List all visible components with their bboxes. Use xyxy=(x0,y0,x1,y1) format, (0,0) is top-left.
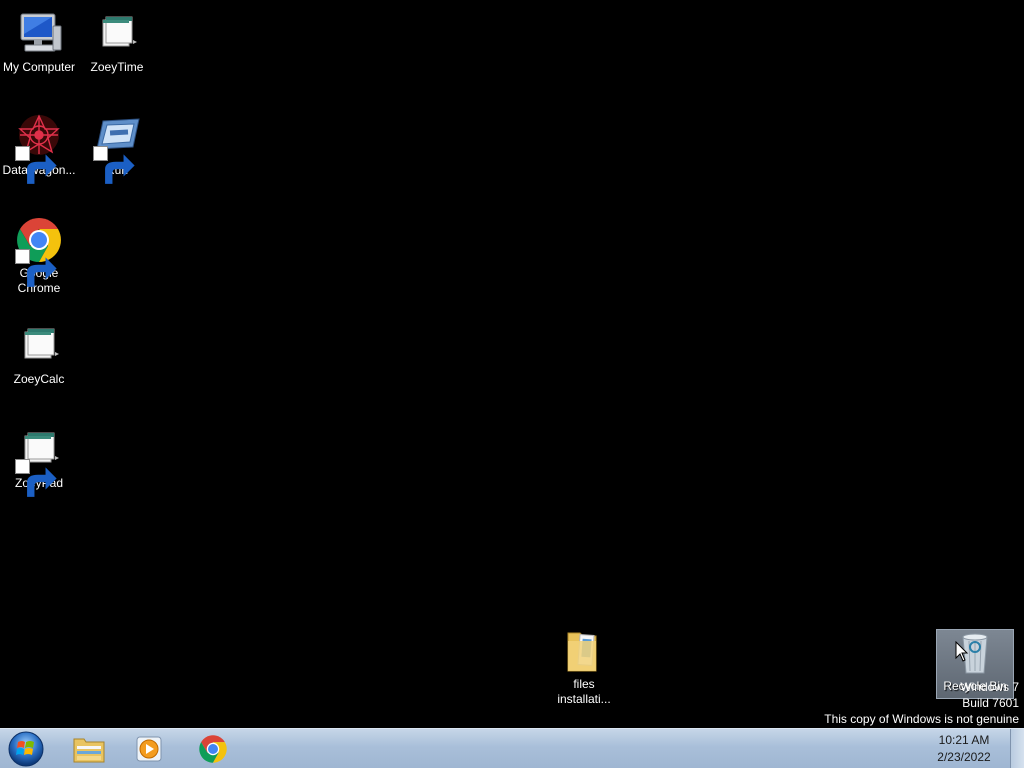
taskbar-media-player-button[interactable] xyxy=(122,731,176,767)
shortcut-arrow-icon xyxy=(15,249,57,287)
system-clock[interactable]: 10:21 AM 2/23/2022 xyxy=(924,732,1004,766)
folder-icon xyxy=(73,738,105,763)
start-button[interactable] xyxy=(6,730,46,768)
run-icon xyxy=(93,113,141,184)
watermark-line-1: Windows 7 xyxy=(960,680,1019,694)
desktop-icon-datawagon[interactable]: DataWagon... xyxy=(0,113,78,184)
folder-icon xyxy=(560,627,608,675)
shortcut-arrow-icon xyxy=(93,146,135,184)
desktop-icon-label: ZoeyCalc xyxy=(13,372,65,386)
windows-orb-icon xyxy=(8,731,44,767)
desktop-icon-zoeytime[interactable]: ZoeyTime xyxy=(78,10,156,75)
show-desktop-button[interactable] xyxy=(1010,729,1024,768)
chrome-icon xyxy=(15,216,63,287)
app-window-icon xyxy=(93,10,141,58)
taskbar-chrome-button[interactable] xyxy=(186,731,240,767)
desktop-icon-zoeycalc[interactable]: ZoeyCalc xyxy=(0,322,78,387)
desktop-icon-my-computer[interactable]: My Computer xyxy=(0,10,78,75)
desktop-icon-zoeypad[interactable]: ZoeyPad xyxy=(0,426,78,497)
clock-time: 10:21 AM xyxy=(938,733,990,747)
desktop[interactable]: My Computer ZoeyTime DataWagon... Run Go… xyxy=(0,0,1024,728)
taskbar-explorer-button[interactable] xyxy=(62,731,116,767)
computer-icon xyxy=(15,10,63,58)
desktop-icon-label: files installati... xyxy=(557,677,611,706)
app-window-icon xyxy=(15,426,63,497)
media-player-icon xyxy=(136,736,162,762)
desktop-icon-label: ZoeyTime xyxy=(90,60,144,74)
chrome-icon xyxy=(199,735,227,763)
clock-date: 2/23/2022 xyxy=(937,750,991,764)
app-window-icon xyxy=(15,322,63,370)
datawagon-icon xyxy=(15,113,63,184)
shortcut-arrow-icon xyxy=(15,146,57,184)
desktop-icon-run[interactable]: Run xyxy=(78,113,156,184)
watermark-line-3: This copy of Windows is not genuine xyxy=(824,712,1019,726)
watermark-line-2: Build 7601 xyxy=(962,696,1019,710)
taskbar: 10:21 AM 2/23/2022 xyxy=(0,728,1024,768)
shortcut-arrow-icon xyxy=(15,459,57,497)
mouse-cursor-icon xyxy=(955,641,969,662)
desktop-icon-google-chrome[interactable]: Google Chrome xyxy=(0,216,78,296)
desktop-icon-label: My Computer xyxy=(2,60,76,74)
desktop-icon-files-installation[interactable]: files installati... xyxy=(545,627,623,707)
windows-watermark: Windows 7 Build 7601 This copy of Window… xyxy=(824,679,1019,727)
